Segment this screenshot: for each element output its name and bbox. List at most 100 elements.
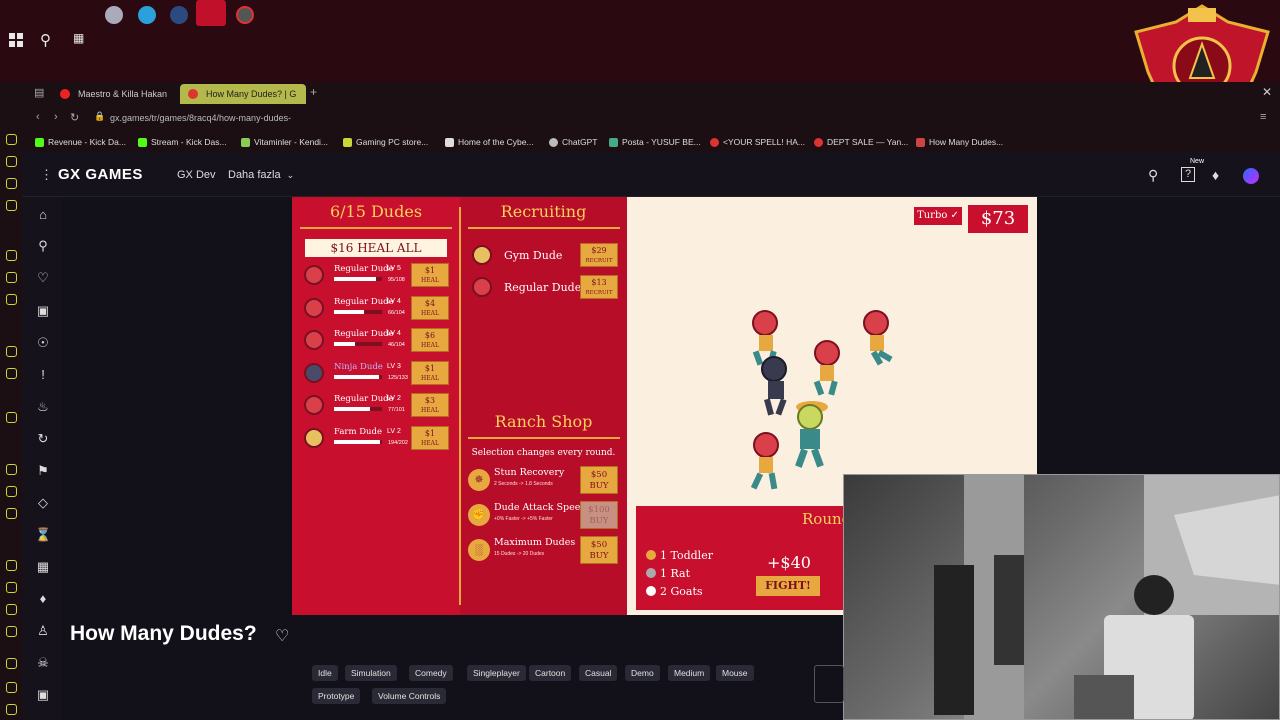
reload-icon[interactable]: ↻ [70, 111, 79, 124]
recruit-button[interactable]: $13 RECRUIT [580, 275, 618, 299]
heal-all-button[interactable]: $16 HEAL ALL [305, 239, 447, 257]
bookmark-item[interactable]: <YOUR SPELL! HA... [710, 137, 805, 147]
tag-chip[interactable]: Medium [668, 665, 711, 681]
bookmark-item[interactable]: Revenue - Kick Da... [35, 137, 126, 147]
heal-button[interactable]: $1 HEAL [411, 263, 449, 287]
tab-list-icon[interactable]: ▤ [34, 86, 44, 99]
sidebar-player-icon[interactable] [6, 200, 17, 211]
bookmark-item[interactable]: Home of the Cybe... [445, 137, 534, 147]
gx-games-logo[interactable]: GX GAMES [58, 166, 143, 183]
nav-gx-dev[interactable]: GX Dev [177, 169, 216, 181]
bookmark-item[interactable]: DEPT SALE — Yan... [814, 137, 908, 147]
bookmark-item[interactable]: Vitaminler - Kendi... [241, 137, 328, 147]
tag-chip[interactable]: Casual [579, 665, 618, 681]
bookmark-item[interactable]: Posta - YUSUF BE... [609, 137, 701, 147]
turbo-toggle[interactable]: Turbo ✓ [914, 207, 962, 225]
sidebar-history-icon[interactable] [6, 464, 17, 475]
puzzle-icon[interactable]: ♦ [35, 591, 51, 607]
tag-chip[interactable]: Volume Controls [372, 688, 447, 704]
heal-button[interactable]: $1 HEAL [411, 360, 449, 385]
app-icon-5[interactable] [236, 6, 254, 24]
sidebar-music-icon[interactable] [6, 250, 17, 261]
opera-gx-icon[interactable] [196, 0, 226, 26]
sidebar-gx-control-icon[interactable] [6, 156, 17, 167]
bookmark-item[interactable]: Stream - Kick Das... [138, 137, 227, 147]
heal-button[interactable]: $1 HEAL [411, 425, 449, 450]
favorite-heart-icon[interactable]: ♡ [275, 626, 289, 646]
app-icon-1[interactable] [105, 6, 123, 24]
bell-icon[interactable]: ♦ [1212, 167, 1219, 183]
url-input[interactable]: gx.games/tr/games/8racq4/how-many-dudes- [110, 113, 291, 123]
sidebar-gx-icon[interactable] [6, 682, 17, 693]
sidebar-wallet-icon[interactable] [6, 604, 17, 615]
buy-button[interactable]: $50 BUY [580, 536, 618, 564]
buy-button[interactable]: $100 BUY [580, 501, 618, 529]
forward-icon[interactable]: › [54, 111, 58, 123]
sidebar-grid-icon[interactable] [6, 704, 17, 715]
back-icon[interactable]: ‹ [36, 111, 40, 123]
bookmark-item[interactable]: Gaming PC store... [343, 137, 428, 147]
grid-icon[interactable]: ▦ [35, 559, 51, 575]
sidebar-more-icon[interactable] [6, 658, 17, 669]
sidebar-extensions-icon[interactable] [6, 560, 17, 571]
sidebar-pin-icon[interactable] [6, 626, 17, 637]
sidebar-downloads-icon[interactable] [6, 508, 17, 519]
heal-button[interactable]: $6 HEAL [411, 328, 449, 352]
help-icon[interactable]: ? [1181, 167, 1195, 182]
search-icon[interactable]: ⚲ [40, 31, 51, 49]
task-view-icon[interactable]: ▦ [73, 31, 84, 45]
skull-icon[interactable]: ☠ [35, 655, 51, 671]
sidebar-instagram-icon[interactable] [6, 368, 17, 379]
avatar[interactable] [1243, 168, 1259, 184]
diamond-icon[interactable]: ◇ [35, 495, 51, 511]
search-icon[interactable]: ⚲ [35, 238, 51, 254]
chess-icon[interactable]: ♙ [35, 623, 51, 639]
steam-icon[interactable] [170, 6, 188, 24]
heal-button[interactable]: $3 HEAL [411, 393, 449, 417]
sidebar-speed-dial-icon[interactable] [6, 134, 17, 145]
alert-icon[interactable]: ! [35, 367, 51, 383]
tag-chip[interactable]: Prototype [312, 688, 361, 704]
sidebar-messenger-icon[interactable] [6, 346, 17, 357]
close-window-icon[interactable]: ✕ [1262, 85, 1272, 99]
buy-button[interactable]: $50 BUY [580, 466, 618, 494]
tag-chip[interactable]: Simulation [345, 665, 397, 681]
tab-maestro[interactable]: Maestro & Killa Hakan [52, 84, 172, 104]
home-icon[interactable]: ⌂ [35, 207, 51, 223]
heal-button[interactable]: $4 HEAL [411, 295, 449, 320]
tab-how-many-dudes[interactable]: How Many Dudes? | G [180, 84, 306, 104]
tag-chip[interactable]: Idle [312, 665, 338, 681]
refresh-icon[interactable]: ↻ [35, 431, 51, 447]
tag-chip[interactable]: Singleplayer [467, 665, 526, 681]
tag-chip[interactable]: Demo [625, 665, 660, 681]
hp-bar [334, 374, 382, 379]
tag-chip[interactable]: Comedy [409, 665, 453, 681]
recruit-button[interactable]: $29 RECRUIT [580, 243, 618, 267]
tag-chip[interactable]: Cartoon [529, 665, 572, 681]
sidebar-settings-icon[interactable] [6, 582, 17, 593]
bag-icon[interactable]: ▣ [35, 303, 51, 319]
heart-icon[interactable]: ♡ [35, 270, 51, 286]
car-icon[interactable]: ▣ [35, 687, 51, 703]
telegram-icon[interactable] [138, 6, 156, 24]
menu-icon[interactable]: ≡ [1260, 111, 1266, 123]
fire-icon[interactable]: ♨ [35, 399, 51, 415]
hourglass-icon[interactable]: ⌛ [35, 527, 51, 543]
bookmark-item[interactable]: ChatGPT [549, 137, 597, 147]
flag-icon[interactable]: ⚑ [35, 463, 51, 479]
vertical-dots-icon[interactable]: ⋮ [40, 167, 53, 183]
compass-icon[interactable]: ☉ [35, 335, 51, 351]
bookmark-item[interactable]: How Many Dudes... [916, 137, 1003, 147]
sidebar-discord-icon[interactable] [6, 272, 17, 283]
share-box[interactable] [814, 665, 844, 703]
new-tab-icon[interactable]: + [310, 85, 317, 99]
sidebar-twitch-icon[interactable] [6, 178, 17, 189]
tag-chip[interactable]: Mouse [716, 665, 754, 681]
search-icon[interactable]: ⚲ [1148, 167, 1158, 184]
sidebar-telegram-icon[interactable] [6, 412, 17, 423]
nav-more[interactable]: Daha fazla ⌄ [228, 169, 294, 181]
windows-start-icon[interactable] [9, 33, 23, 47]
sidebar-whatsapp-icon[interactable] [6, 294, 17, 305]
sidebar-bookmarks-icon[interactable] [6, 486, 17, 497]
fight-button[interactable]: FIGHT! [756, 576, 820, 596]
